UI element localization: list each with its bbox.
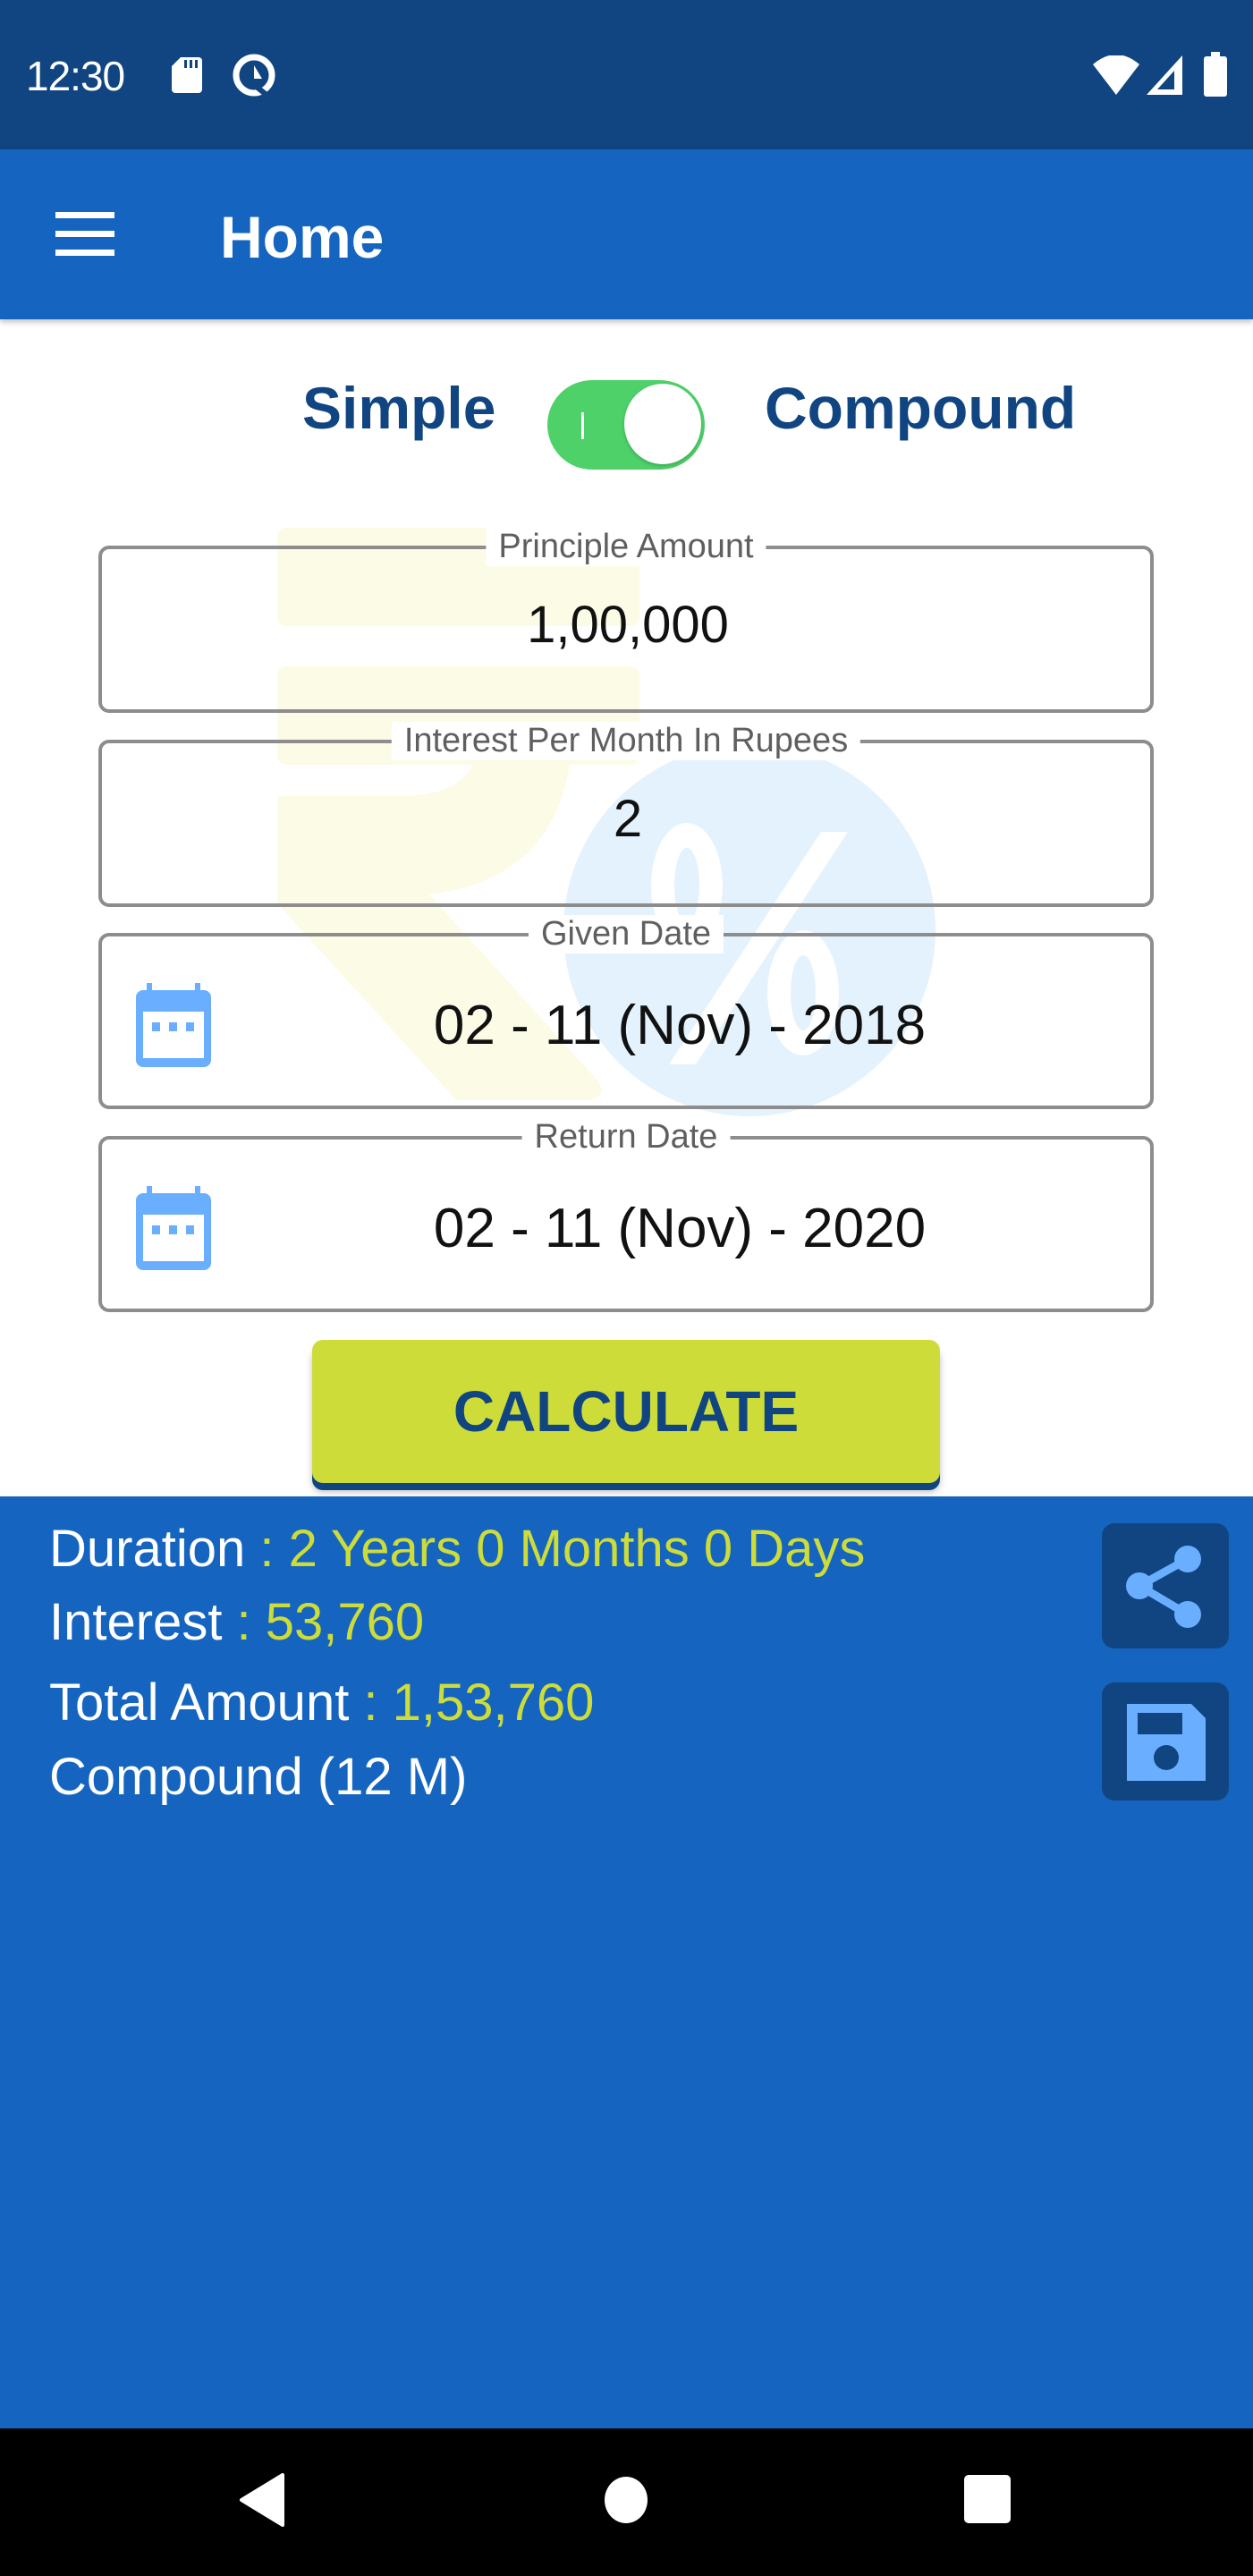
given-date-value[interactable]: 02 - 11 (Nov) - 2018 [236, 994, 1123, 1057]
principle-amount-label: Principle Amount [486, 528, 766, 566]
calendar-icon[interactable] [136, 1186, 211, 1270]
cellular-signal-icon [1147, 55, 1182, 95]
duration-label: Duration [49, 1520, 246, 1578]
principle-amount-input-wrap[interactable] [102, 594, 1154, 656]
principle-amount-input[interactable] [102, 594, 1154, 656]
principle-amount-field[interactable]: Principle Amount [98, 528, 1154, 713]
save-icon [1127, 1704, 1206, 1781]
wifi-icon [1093, 55, 1139, 95]
results-panel: Duration : 2 Years 0 Months 0 Days Inter… [0, 1496, 1253, 2428]
back-icon[interactable] [238, 2473, 286, 2527]
given-date-field[interactable]: Given Date 02 - 11 (Nov) - 2018 [98, 915, 1154, 1109]
interest-separator: : [222, 1593, 266, 1651]
return-date-label: Return Date [521, 1118, 731, 1157]
system-nav-bar [0, 2428, 1253, 2576]
interest-mode-toggle-row: Simple Compound [0, 358, 1253, 470]
share-icon [1126, 1546, 1201, 1628]
recents-icon[interactable] [964, 2475, 1011, 2523]
switch-on-indicator [581, 412, 584, 439]
compound-mode-note: Compound (12 M) [49, 1748, 468, 1806]
interest-input[interactable] [102, 788, 1154, 850]
hamburger-menu-icon[interactable] [55, 212, 114, 257]
duration-result: Duration : 2 Years 0 Months 0 Days [49, 1519, 865, 1579]
interest-input-wrap[interactable] [102, 788, 1154, 850]
switch-knob[interactable] [624, 384, 701, 464]
interest-value: 53,760 [265, 1593, 425, 1651]
total-amount-label: Total Amount [49, 1674, 350, 1732]
interest-result: Interest : 53,760 [49, 1592, 424, 1652]
interest-label: Interest [49, 1593, 223, 1651]
battery-icon [1204, 52, 1227, 97]
total-amount-value: 1,53,760 [392, 1674, 595, 1732]
calendar-icon[interactable] [136, 983, 211, 1067]
share-button[interactable] [1102, 1523, 1229, 1648]
app-bar: Home [0, 149, 1253, 319]
given-date-label: Given Date [528, 915, 724, 953]
home-icon[interactable] [603, 2475, 649, 2525]
return-date-field[interactable]: Return Date 02 - 11 (Nov) - 2020 [98, 1118, 1154, 1312]
interest-per-month-label: Interest Per Month In Rupees [391, 722, 861, 760]
sd-card-icon [172, 57, 202, 93]
duration-separator: : [245, 1520, 289, 1578]
simple-label[interactable]: Simple [302, 374, 495, 442]
compound-label[interactable]: Compound [765, 374, 1076, 442]
data-saver-icon [233, 54, 275, 97]
interest-per-month-field[interactable]: Interest Per Month In Rupees [98, 722, 1154, 907]
status-time: 12:30 [26, 53, 125, 99]
return-date-value[interactable]: 02 - 11 (Nov) - 2020 [236, 1197, 1123, 1260]
calculate-button[interactable]: CALCULATE [312, 1340, 940, 1483]
total-amount-separator: : [349, 1674, 393, 1732]
page-title: Home [220, 204, 385, 270]
total-amount-result: Total Amount : 1,53,760 [49, 1673, 594, 1733]
interest-mode-switch[interactable] [547, 380, 705, 470]
status-bar: 12:30 [0, 0, 1253, 149]
save-button[interactable] [1102, 1682, 1229, 1801]
duration-value: 2 Years 0 Months 0 Days [288, 1520, 866, 1578]
